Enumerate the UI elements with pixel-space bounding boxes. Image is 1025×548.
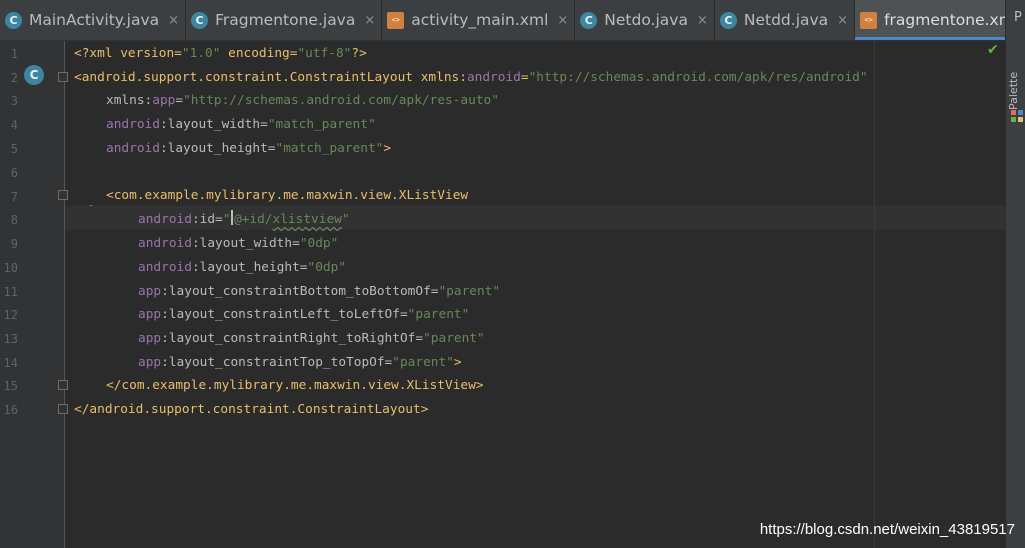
code-line-4: android:layout_width="match_parent" bbox=[106, 117, 376, 132]
line-number: 3 bbox=[10, 94, 18, 108]
code-line-12: app:layout_constraintLeft_toLeftOf="pare… bbox=[138, 307, 470, 322]
line-number: 13 bbox=[3, 332, 18, 346]
code-line-10: android:layout_height="0dp" bbox=[138, 260, 347, 275]
code-editor[interactable]: <?xml version="1.0" encoding="utf-8"?> <… bbox=[65, 41, 1005, 548]
line-number: 9 bbox=[10, 237, 18, 251]
tab-fragmentone-java[interactable]: C Fragmentone.java × bbox=[186, 0, 383, 40]
right-panel-top-label[interactable]: P bbox=[1014, 10, 1022, 25]
close-icon[interactable]: × bbox=[364, 13, 375, 28]
close-icon[interactable]: × bbox=[168, 13, 179, 28]
line-number: 16 bbox=[3, 403, 18, 417]
xml-file-icon: <> bbox=[387, 11, 405, 29]
tab-label: Fragmentone.java bbox=[215, 11, 356, 29]
java-class-icon: C bbox=[5, 11, 22, 29]
line-number: 1 bbox=[10, 47, 18, 61]
line-number: 7 bbox=[10, 190, 18, 204]
java-class-icon: C bbox=[191, 11, 209, 29]
line-number: 14 bbox=[3, 356, 18, 370]
line-number: 5 bbox=[10, 142, 18, 156]
code-line-11: app:layout_constraintBottom_toBottomOf="… bbox=[138, 284, 501, 299]
line-number: 10 bbox=[3, 261, 18, 275]
tab-label: Netdo.java bbox=[604, 11, 688, 29]
right-margin-guide bbox=[874, 41, 875, 548]
line-number: 12 bbox=[3, 308, 18, 322]
inspection-ok-icon[interactable]: ✔ bbox=[987, 42, 999, 58]
code-line-5: android:layout_height="match_parent"> bbox=[106, 141, 392, 156]
line-number: 11 bbox=[3, 285, 18, 299]
text-caret bbox=[231, 210, 233, 225]
class-gutter-icon[interactable]: C bbox=[24, 65, 44, 85]
code-line-13: app:layout_constraintRight_toRightOf="pa… bbox=[138, 331, 485, 346]
line-number: 6 bbox=[10, 166, 18, 180]
line-number: 4 bbox=[10, 118, 18, 132]
code-line-1: <?xml version="1.0" encoding="utf-8"?> bbox=[74, 46, 367, 61]
line-number: 2 bbox=[10, 71, 18, 85]
close-icon[interactable]: × bbox=[557, 13, 568, 28]
line-number: 15 bbox=[3, 379, 18, 393]
tab-activity-main-xml[interactable]: <> activity_main.xml × bbox=[382, 0, 576, 40]
xml-file-icon: <> bbox=[860, 11, 878, 29]
code-line-8: android:id=" @+id/xlistview" bbox=[138, 210, 350, 227]
code-line-9: android:layout_width="0dp" bbox=[138, 236, 339, 251]
code-line-2: <android.support.constraint.ConstraintLa… bbox=[74, 70, 868, 85]
code-line-14: app:layout_constraintTop_toTopOf="parent… bbox=[138, 355, 462, 370]
code-line-15: </com.example.mylibrary.me.maxwin.view.X… bbox=[106, 378, 484, 393]
line-number: 8 bbox=[10, 213, 18, 227]
code-line-3: xmlns:app="http://schemas.android.com/ap… bbox=[106, 93, 499, 108]
tab-netdo-java[interactable]: C Netdo.java × bbox=[575, 0, 715, 40]
code-line-7: <com.example.mylibrary.me.maxwin.view.XL… bbox=[106, 188, 469, 203]
palette-icon[interactable] bbox=[1011, 110, 1023, 122]
tab-label: Netdd.java bbox=[743, 11, 829, 29]
tab-label: activity_main.xml bbox=[411, 11, 549, 29]
line-number-gutter: 1 2 3 4 5 6 7 8 9 10 11 12 13 14 15 16 bbox=[0, 41, 65, 548]
close-icon[interactable]: × bbox=[697, 13, 708, 28]
tab-mainactivity-java[interactable]: C MainActivity.java × bbox=[0, 0, 187, 40]
watermark-url: https://blog.csdn.net/weixin_43819517 bbox=[759, 521, 1015, 538]
tab-label: fragmentone.xml bbox=[884, 11, 1005, 29]
tab-label: MainActivity.java bbox=[29, 11, 160, 29]
palette-label: Palette bbox=[1007, 71, 1020, 110]
close-icon[interactable]: × bbox=[837, 13, 848, 28]
code-line-16: </android.support.constraint.ConstraintL… bbox=[74, 402, 429, 417]
tab-netdd-java[interactable]: C Netdd.java × bbox=[715, 0, 856, 40]
editor-tab-bar: C MainActivity.java × C Fragmentone.java… bbox=[0, 0, 1005, 41]
java-class-icon: C bbox=[580, 11, 598, 29]
tab-fragmentone-xml[interactable]: <> fragmentone.xml bbox=[855, 0, 1005, 40]
palette-tool-button[interactable]: Palette bbox=[1007, 60, 1025, 110]
java-class-icon: C bbox=[719, 11, 737, 29]
